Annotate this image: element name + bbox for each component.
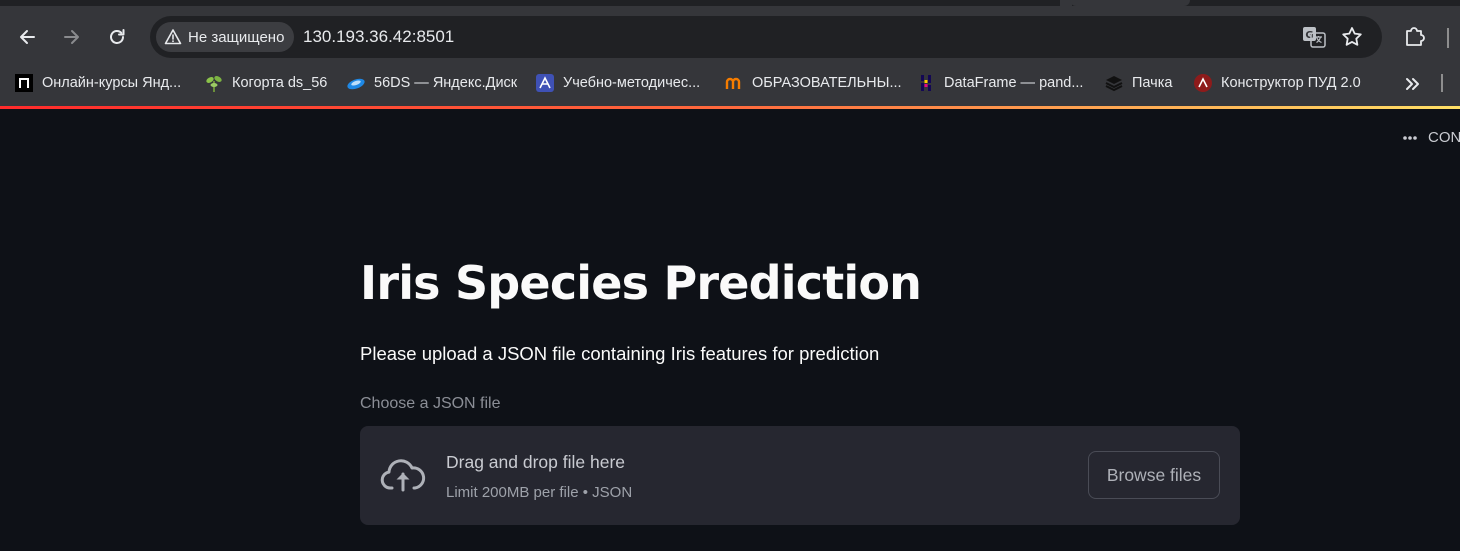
dropzone-limit-text: Limit 200MB per file • JSON: [446, 484, 633, 501]
bookmark-label: Конструктор ПУД 2.0: [1221, 75, 1361, 91]
bookmark-item[interactable]: Онлайн-курсы Янд...: [14, 71, 181, 95]
bookmark-item[interactable]: Пачка: [1104, 71, 1172, 95]
bookmark-label: Когорта ds_56: [232, 75, 328, 91]
translate-icon[interactable]: G: [1302, 26, 1326, 48]
plant-icon: [204, 73, 224, 93]
svg-text:G: G: [1305, 30, 1313, 41]
file-uploader-label: Choose a JSON file: [360, 395, 501, 412]
more-dots-icon: [1403, 135, 1417, 140]
reload-button[interactable]: [100, 20, 134, 54]
bookmark-label: Онлайн-курсы Янд...: [42, 75, 182, 91]
page-subtitle: Please upload a JSON file containing Iri…: [360, 343, 880, 364]
bookmark-item[interactable]: DataFrame — pand...: [916, 71, 1083, 95]
constructor-icon: [1193, 73, 1213, 93]
practicum-icon: [14, 73, 34, 93]
chevron-double-right-icon[interactable]: [1401, 72, 1425, 96]
url-text[interactable]: 130.193.36.42:8501: [303, 27, 454, 47]
bookmark-item[interactable]: Учебно-методичес...: [535, 71, 700, 95]
browse-files-button[interactable]: Browse files: [1088, 451, 1220, 499]
bookmarks-divider: [1441, 74, 1443, 92]
bookmark-label: 56DS — Яндекс.Диск: [374, 75, 518, 91]
extensions-icon[interactable]: [1402, 23, 1428, 49]
streamlit-app: CON Iris Species Prediction Please uploa…: [0, 109, 1460, 551]
bookmark-label: ОБРАЗОВАТЕЛЬНЫ...: [752, 75, 902, 91]
arrow-left-icon: [20, 30, 35, 44]
cloud-upload-icon: [380, 459, 426, 492]
edu-portal-icon: [724, 73, 744, 93]
yandex-disk-icon: [346, 73, 366, 93]
bookmark-item[interactable]: Конструктор ПУД 2.0: [1193, 71, 1361, 95]
reload-icon: [110, 29, 125, 44]
pandas-icon: [916, 73, 936, 93]
app-menu-label: CON: [1428, 129, 1460, 146]
bookmark-item[interactable]: ОБРАЗОВАТЕЛЬНЫ...: [724, 71, 902, 95]
toolbar-divider: [1447, 28, 1449, 48]
bookmark-item[interactable]: 56DS — Яндекс.Диск: [346, 71, 517, 95]
bookmark-label: Пачка: [1132, 75, 1173, 91]
app-menu[interactable]: CON: [1402, 129, 1460, 146]
security-label: Не защищено: [188, 28, 285, 46]
bookmark-star-icon[interactable]: [1340, 25, 1364, 49]
forward-button[interactable]: [55, 20, 89, 54]
browser-toolbar: Не защищено 130.193.36.42:8501 G: [0, 6, 1460, 66]
back-button[interactable]: [10, 20, 44, 54]
university-icon: [535, 73, 555, 93]
arrow-right-icon: [64, 30, 79, 44]
bookmark-item[interactable]: Когорта ds_56: [204, 71, 327, 95]
page-title: Iris Species Prediction: [360, 256, 922, 310]
stack-icon: [1104, 73, 1124, 93]
bookmarks-bar: Онлайн-курсы Янд... Когорта ds_56 56DS —…: [0, 68, 1460, 98]
bookmark-label: Учебно-методичес...: [563, 75, 701, 91]
dropzone-title: Drag and drop file here: [446, 452, 625, 472]
address-bar[interactable]: Не защищено 130.193.36.42:8501 G: [150, 16, 1382, 58]
bookmark-label: DataFrame — pand...: [944, 75, 1084, 91]
warning-icon: [164, 29, 182, 45]
file-dropzone[interactable]: Drag and drop file here Limit 200MB per …: [360, 426, 1240, 525]
browser-chrome: Не защищено 130.193.36.42:8501 G Онлайн-…: [0, 0, 1460, 109]
security-chip[interactable]: Не защищено: [156, 22, 295, 52]
